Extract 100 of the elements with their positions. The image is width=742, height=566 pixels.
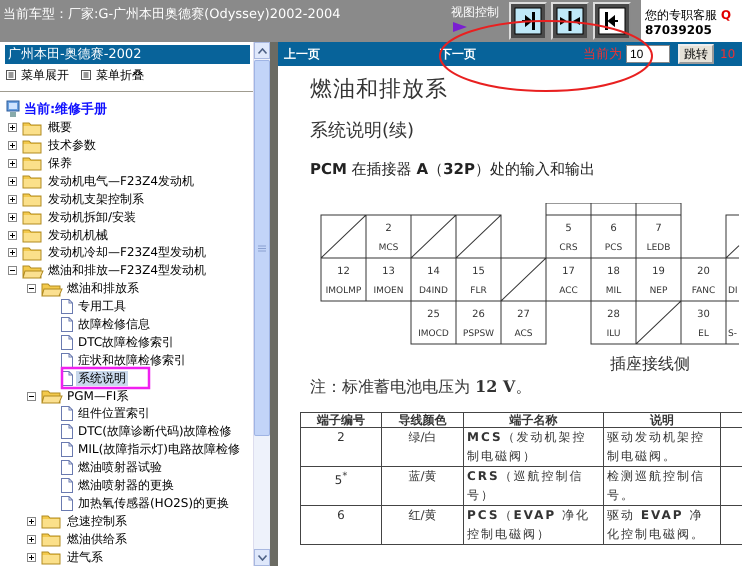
expand-toggle-icon[interactable] [8, 194, 17, 204]
note-text: 注：标准蓄电池电压为 12 V。 [310, 377, 532, 398]
expand-toggle-icon[interactable] [8, 212, 17, 222]
table-cell: CRS（巡航控制信号） [464, 466, 604, 506]
document-icon [60, 298, 74, 316]
computer-icon [5, 100, 21, 118]
tree-item[interactable]: 专用工具 [76, 299, 128, 314]
page-number-field[interactable]: 10 [626, 45, 670, 63]
collapse-toggle-icon[interactable] [27, 392, 36, 401]
expand-toggle-icon[interactable] [8, 158, 17, 168]
blank-cell [636, 300, 682, 344]
list-icon [6, 70, 16, 80]
expand-toggle-icon[interactable] [8, 176, 17, 186]
blank-cell [726, 214, 740, 258]
page-title: 当前车型：厂家:G-广州本田奥德赛(Odyssey)2002-2004 [2, 6, 342, 24]
tree-item[interactable]: DTC故障检修索引 [76, 334, 176, 350]
folder-icon [41, 513, 63, 530]
previous-page-link[interactable]: 上一页 [284, 46, 440, 62]
folder-icon [22, 120, 44, 136]
tree-item[interactable]: DTC(故障诊断代码)故障检修 [76, 424, 234, 440]
tree-item[interactable]: 发动机支架控制系 [46, 192, 146, 207]
qq-link[interactable]: Q [720, 8, 732, 22]
column-header: 导线颜色 [382, 412, 464, 428]
folder-icon [41, 549, 63, 566]
tree-item[interactable]: MIL(故障指示灯)电路故障检修 [76, 442, 242, 458]
tree-item[interactable]: 故障检修信息 [76, 316, 152, 332]
document-icon [60, 494, 74, 512]
folder-icon [22, 173, 44, 190]
document-icon [60, 405, 74, 422]
expand-toggle-icon[interactable] [8, 230, 17, 240]
open-folder-icon [22, 262, 44, 279]
expand-menu-link[interactable]: 菜单展开 [6, 67, 69, 83]
table-cell: 5$^{*}$ [300, 466, 382, 506]
table-cell: 红/黄 [382, 506, 464, 544]
tree-item[interactable]: 组件位置索引 [76, 406, 152, 422]
document-icon [60, 459, 74, 476]
table-cell: 绿/白 [382, 428, 464, 466]
pin-cell: S- [726, 300, 740, 344]
open-folder-icon [41, 388, 63, 404]
pin-cell: 25 IMOCD [410, 300, 456, 344]
folder-icon [22, 227, 44, 244]
tree-item[interactable]: 发动机冷却—F23Z4型发动机 [46, 245, 208, 260]
tree-item[interactable]: 技术参数 [46, 138, 98, 154]
tree-item[interactable]: PGM—FI系 [65, 388, 130, 404]
tree-item[interactable]: 发动机拆卸/安装 [46, 210, 138, 225]
subsection-title: 系统说明(续) [310, 119, 416, 142]
blank-cell [456, 214, 502, 258]
pin-cell: 18 MIL [590, 258, 636, 302]
expand-toggle-icon[interactable] [27, 552, 36, 562]
column-header: 说明 [604, 412, 720, 428]
blank-cell [410, 214, 456, 258]
scrollbar[interactable] [253, 42, 270, 566]
tree-item[interactable]: 燃油供给系 [65, 532, 129, 547]
tree-item[interactable]: 保养 [46, 156, 74, 171]
tree-item[interactable]: 发动机机械 [46, 228, 110, 243]
tree-item[interactable]: 症状和故障检修索引 [76, 352, 188, 368]
table-cell: MCS（发动机架控制电磁阀） [464, 428, 604, 466]
column-header: 端子名称 [464, 412, 604, 428]
current-manual-label: 当前:维修手册 [24, 100, 108, 118]
tree-item[interactable]: 概要 [46, 120, 74, 136]
expand-toggle-icon[interactable] [8, 248, 17, 258]
expand-toggle-icon[interactable] [27, 516, 36, 526]
pin-cell: 6 PCS [590, 214, 636, 258]
collapse-menu-link[interactable]: 菜单折叠 [81, 67, 144, 83]
pin-cell: 27 ACS [500, 300, 546, 344]
blank-cell [320, 214, 366, 258]
expand-toggle-icon[interactable] [8, 141, 17, 150]
tree-item[interactable]: 燃油和排放系 [65, 281, 141, 296]
collapse-toggle-icon[interactable] [8, 266, 17, 276]
scroll-down-icon[interactable] [258, 554, 267, 560]
tree-item[interactable]: 怠速控制系 [65, 514, 129, 529]
document-icon [60, 441, 74, 458]
collapse-toggle-icon[interactable] [27, 284, 36, 294]
triangle-icon [451, 21, 469, 33]
tree-item[interactable]: 进气系 [65, 550, 105, 565]
view-button[interactable] [509, 2, 547, 40]
section-title: 燃油和排放系 [310, 76, 449, 104]
tree-item[interactable]: 燃油和排放—F23Z4型发动机 [46, 263, 208, 278]
service-label: 您的专职客服 [645, 8, 717, 22]
folder-icon [41, 531, 63, 548]
tree-item[interactable]: 发动机电气—F23Z4发动机 [46, 174, 196, 189]
tree-item[interactable]: 加热氧传感器(HO2S)的更换 [76, 496, 232, 511]
tree-item[interactable]: 燃油喷射器的更换 [76, 478, 176, 493]
scroll-up-icon[interactable] [258, 48, 267, 54]
view-button[interactable] [593, 2, 631, 40]
table-cell: 2 [300, 428, 382, 466]
table-cell: 驱动发动机架控制电磁阀。 [604, 428, 720, 466]
folder-icon [22, 191, 44, 208]
view-button[interactable] [551, 2, 589, 40]
pin-cell: 15 FLR [456, 258, 502, 302]
pin-cell: 28 ILU [590, 300, 636, 344]
pin-cell: 14 D4IND [410, 258, 456, 302]
total-pages-text: 10 [720, 47, 736, 61]
table-cell: 驱动 EVAP 净化控制电磁阀。 [604, 506, 720, 544]
tree-item[interactable]: 系统说明 [76, 370, 128, 386]
expand-toggle-icon[interactable] [8, 123, 17, 132]
expand-toggle-icon[interactable] [27, 534, 36, 544]
jump-button[interactable]: 跳转 [678, 44, 714, 64]
open-folder-icon [41, 280, 63, 297]
tree-item[interactable]: 燃油喷射器试验 [76, 460, 164, 476]
